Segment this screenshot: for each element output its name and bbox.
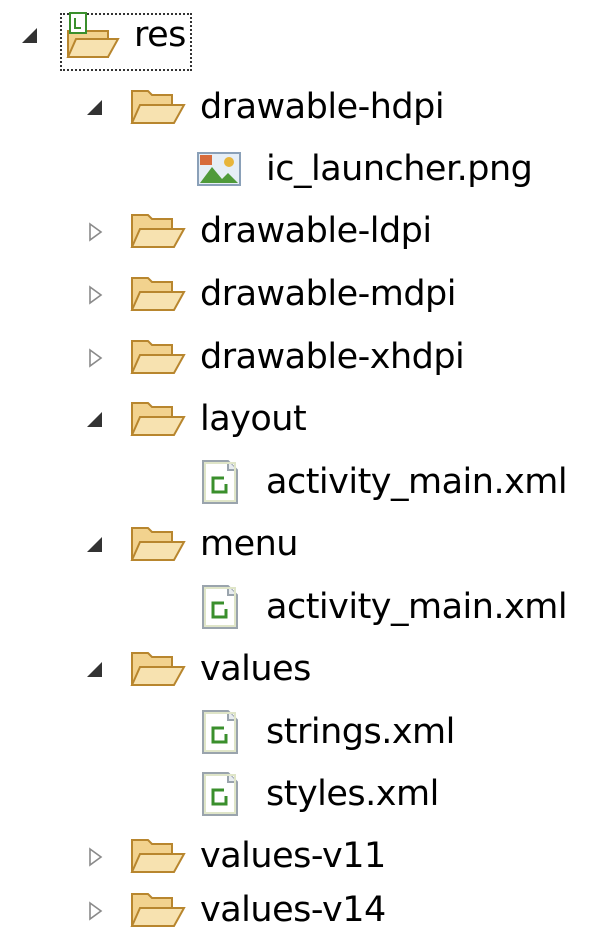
tree-row-folder[interactable]: values <box>0 639 593 699</box>
tree-row-folder[interactable]: drawable-xhdpi <box>0 327 593 387</box>
tree-label: drawable-mdpi <box>200 274 456 314</box>
tree-row-folder[interactable]: drawable-ldpi <box>0 201 593 261</box>
tree-row-folder[interactable]: menu <box>0 514 593 574</box>
expanded-arrow-icon[interactable] <box>85 410 105 430</box>
tree-row-file[interactable]: activity_main.xml <box>0 577 593 637</box>
expanded-arrow-icon[interactable] <box>20 26 40 46</box>
folder-icon <box>130 893 186 927</box>
folder-icon <box>130 340 186 374</box>
folder-icon <box>130 90 186 124</box>
tree-label: drawable-hdpi <box>200 87 445 127</box>
tree-label: menu <box>200 524 299 564</box>
folder-icon <box>130 214 186 248</box>
folder-icon <box>130 652 186 686</box>
tree-label: ic_launcher.png <box>266 149 533 189</box>
image-file-icon <box>197 152 241 186</box>
tree-label: activity_main.xml <box>266 462 568 502</box>
tree-label: layout <box>200 399 307 439</box>
tree-row-folder[interactable]: drawable-hdpi <box>0 77 593 137</box>
folder-icon <box>130 839 186 873</box>
tree-row-res[interactable]: res <box>0 5 593 71</box>
xml-file-icon <box>202 772 238 816</box>
folder-icon <box>130 402 186 436</box>
collapsed-arrow-icon[interactable] <box>85 847 105 867</box>
tree-label: values-v14 <box>200 890 386 930</box>
xml-file-icon <box>202 585 238 629</box>
tree-label: drawable-xhdpi <box>200 337 465 377</box>
expanded-arrow-icon[interactable] <box>85 535 105 555</box>
tree-label-res: res <box>134 15 186 55</box>
collapsed-arrow-icon[interactable] <box>85 222 105 242</box>
tree-row-folder[interactable]: layout <box>0 389 593 449</box>
resource-folder-icon <box>66 12 120 58</box>
folder-icon <box>130 277 186 311</box>
xml-file-icon <box>202 710 238 754</box>
tree-row-file[interactable]: styles.xml <box>0 764 593 824</box>
tree-label: values <box>200 649 311 689</box>
tree-row-file[interactable]: activity_main.xml <box>0 452 593 512</box>
collapsed-arrow-icon[interactable] <box>85 901 105 921</box>
folder-icon <box>130 527 186 561</box>
tree-label: strings.xml <box>266 712 455 752</box>
collapsed-arrow-icon[interactable] <box>85 285 105 305</box>
resource-tree: res drawable-hdpi ic_launcher.png drawab… <box>0 0 593 940</box>
tree-row-file[interactable]: strings.xml <box>0 702 593 762</box>
tree-row-folder[interactable]: values-v11 <box>0 826 593 886</box>
tree-row-folder[interactable]: drawable-mdpi <box>0 264 593 324</box>
tree-label: styles.xml <box>266 774 439 814</box>
tree-label: drawable-ldpi <box>200 211 432 251</box>
tree-label: values-v11 <box>200 836 386 876</box>
collapsed-arrow-icon[interactable] <box>85 348 105 368</box>
xml-file-icon <box>202 460 238 504</box>
tree-row-folder[interactable]: values-v14 <box>0 880 593 940</box>
tree-label: activity_main.xml <box>266 587 568 627</box>
expanded-arrow-icon[interactable] <box>85 660 105 680</box>
tree-row-file[interactable]: ic_launcher.png <box>0 139 593 199</box>
expanded-arrow-icon[interactable] <box>85 98 105 118</box>
